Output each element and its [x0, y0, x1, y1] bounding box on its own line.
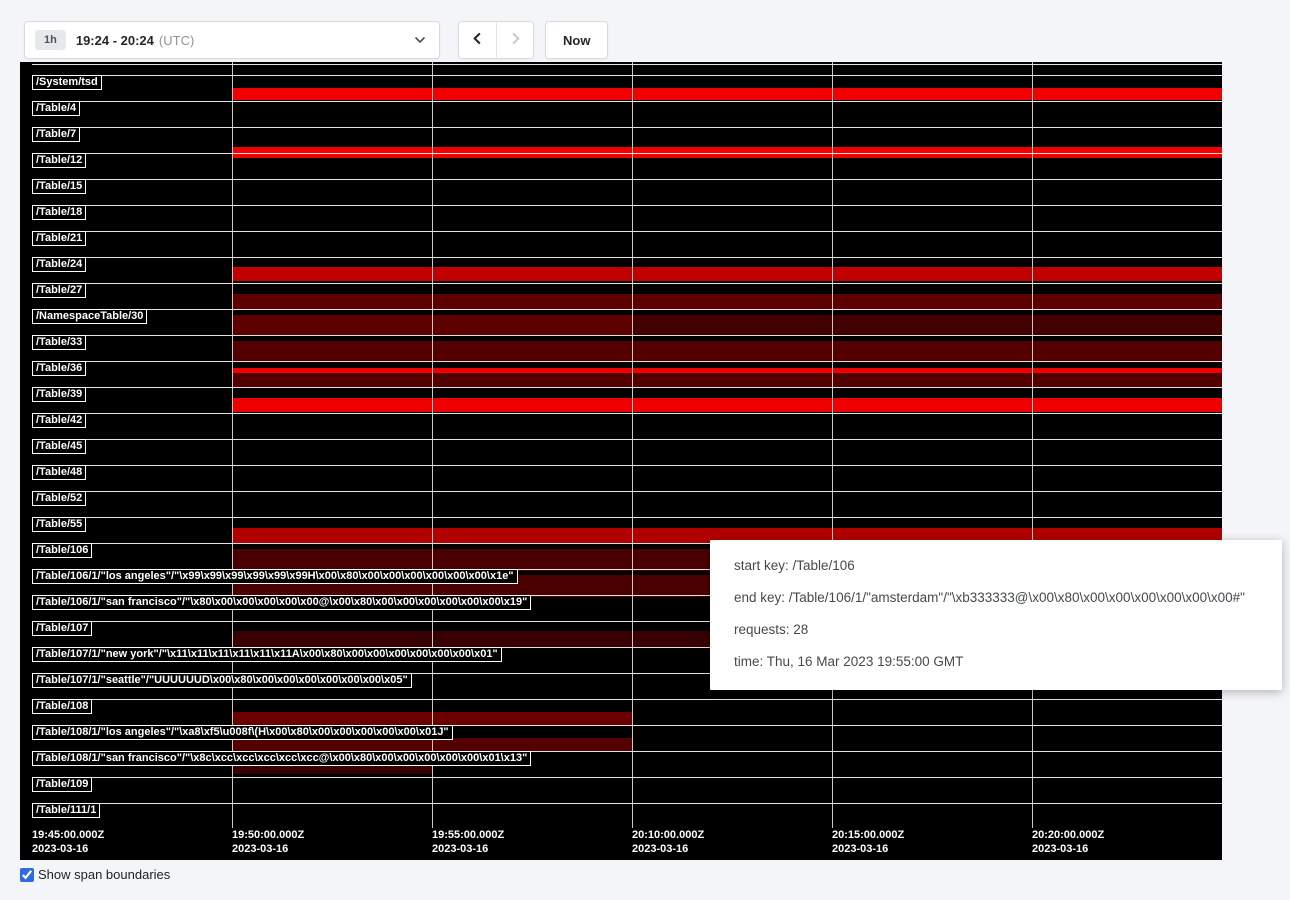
span-label: /Table/48: [32, 465, 86, 480]
span-label: /Table/18: [32, 205, 86, 220]
time-axis-label: 20:10:00.000Z2023-03-16: [632, 828, 704, 856]
time-gridline: [232, 62, 233, 828]
span-label: /Table/24: [32, 257, 86, 272]
span-label: /Table/36: [32, 361, 86, 376]
span-label: /Table/55: [32, 517, 86, 532]
span-label: /Table/33: [32, 335, 86, 350]
time-gridline: [832, 62, 833, 828]
time-axis-label: 19:50:00.000Z2023-03-16: [232, 828, 304, 856]
span-label: /System/tsd: [32, 75, 102, 90]
span-label: /Table/39: [32, 387, 86, 402]
span-boundary: [32, 517, 1222, 518]
time-axis-label: 19:45:00.000Z2023-03-16: [32, 828, 104, 856]
span-label: /Table/42: [32, 413, 86, 428]
span-boundary: [32, 491, 1222, 492]
time-window-duration-badge: 1h: [35, 30, 66, 50]
span-label: /Table/108: [32, 699, 92, 714]
tooltip-start-key: start key: /Table/106: [734, 558, 1258, 573]
span-boundary: [32, 699, 1222, 700]
toolbar: 1h 19:24 - 20:24 (UTC) Now: [24, 21, 608, 59]
time-window-timezone: (UTC): [159, 33, 194, 48]
now-button[interactable]: Now: [545, 21, 608, 59]
span-boundary: [32, 777, 1222, 778]
span-boundary: [32, 335, 1222, 336]
span-boundary: [32, 101, 1222, 102]
tooltip-end-key: end key: /Table/106/1/"amsterdam"/"\xb33…: [734, 590, 1258, 605]
span-boundary: [32, 153, 1222, 154]
time-gridline: [432, 62, 433, 828]
tooltip-requests: requests: 28: [734, 622, 1258, 637]
heat-band: [632, 315, 1222, 335]
heat-band: [232, 294, 1222, 310]
span-boundary: [32, 64, 1222, 65]
time-window-arrows: [458, 21, 534, 59]
tooltip-time: time: Thu, 16 Mar 2023 19:55:00 GMT: [734, 654, 1258, 669]
span-label: /Table/52: [32, 491, 86, 506]
heat-band: [232, 341, 1222, 361]
time-gridline: [632, 62, 633, 828]
time-gridline: [1032, 62, 1033, 828]
time-axis-label: 20:15:00.000Z2023-03-16: [832, 828, 904, 856]
chevron-down-icon: [414, 36, 426, 44]
time-axis-label: 19:55:00.000Z2023-03-16: [432, 828, 504, 856]
span-label: /Table/108/1/"los angeles"/"\xa8\xf5\u00…: [32, 725, 453, 740]
show-span-boundaries-checkbox[interactable]: [20, 868, 34, 882]
span-label: /Table/21: [32, 231, 86, 246]
span-label: /Table/12: [32, 153, 86, 168]
span-label: /Table/108/1/"san francisco"/"\x8c\xcc\x…: [32, 751, 531, 766]
keyspace-heatmap[interactable]: start key: /Table/106 end key: /Table/10…: [20, 62, 1222, 860]
span-label: /Table/109: [32, 777, 92, 792]
span-label: /Table/27: [32, 283, 86, 298]
span-boundary: [32, 803, 1222, 804]
time-axis-label: 20:20:00.000Z2023-03-16: [1032, 828, 1104, 856]
span-boundary: [32, 205, 1222, 206]
span-label: /Table/107/1/"new york"/"\x11\x11\x11\x1…: [32, 647, 502, 662]
time-window-selector[interactable]: 1h 19:24 - 20:24 (UTC): [24, 21, 440, 59]
heat-band: [232, 398, 1222, 412]
prev-window-button[interactable]: [459, 22, 496, 58]
show-span-boundaries-label: Show span boundaries: [38, 867, 170, 882]
span-boundary: [32, 283, 1222, 284]
span-boundary: [32, 75, 1222, 76]
span-boundary: [32, 387, 1222, 388]
span-label: /Table/4: [32, 101, 80, 116]
span-label: /Table/106: [32, 543, 92, 558]
heat-band: [232, 88, 1222, 100]
span-boundary: [32, 309, 1222, 310]
next-window-button[interactable]: [496, 22, 533, 58]
span-boundary: [32, 439, 1222, 440]
span-boundary: [32, 127, 1222, 128]
span-label: /Table/107: [32, 621, 92, 636]
span-boundary: [32, 257, 1222, 258]
span-label: /Table/106/1/"los angeles"/"\x99\x99\x99…: [32, 569, 518, 584]
span-boundary: [32, 361, 1222, 362]
span-label: /Table/15: [32, 179, 86, 194]
time-window-range: 19:24 - 20:24: [76, 33, 154, 48]
span-label: /Table/7: [32, 127, 80, 142]
span-boundary: [32, 231, 1222, 232]
show-span-boundaries: Show span boundaries: [20, 867, 170, 882]
heatmap-tooltip: start key: /Table/106 end key: /Table/10…: [710, 540, 1282, 690]
chevron-right-icon: [508, 31, 523, 49]
span-boundary: [32, 179, 1222, 180]
span-boundary: [32, 413, 1222, 414]
span-label: /Table/45: [32, 439, 86, 454]
heat-band: [232, 267, 1222, 281]
span-boundary: [32, 465, 1222, 466]
heat-band: [232, 373, 1222, 387]
span-label: /Table/107/1/"seattle"/"UUUUUUD\x00\x80\…: [32, 673, 412, 688]
span-label: /Table/111/1: [32, 803, 100, 818]
chevron-left-icon: [470, 31, 485, 49]
span-label: /NamespaceTable/30: [32, 309, 147, 324]
span-label: /Table/106/1/"san francisco"/"\x80\x00\x…: [32, 595, 531, 610]
